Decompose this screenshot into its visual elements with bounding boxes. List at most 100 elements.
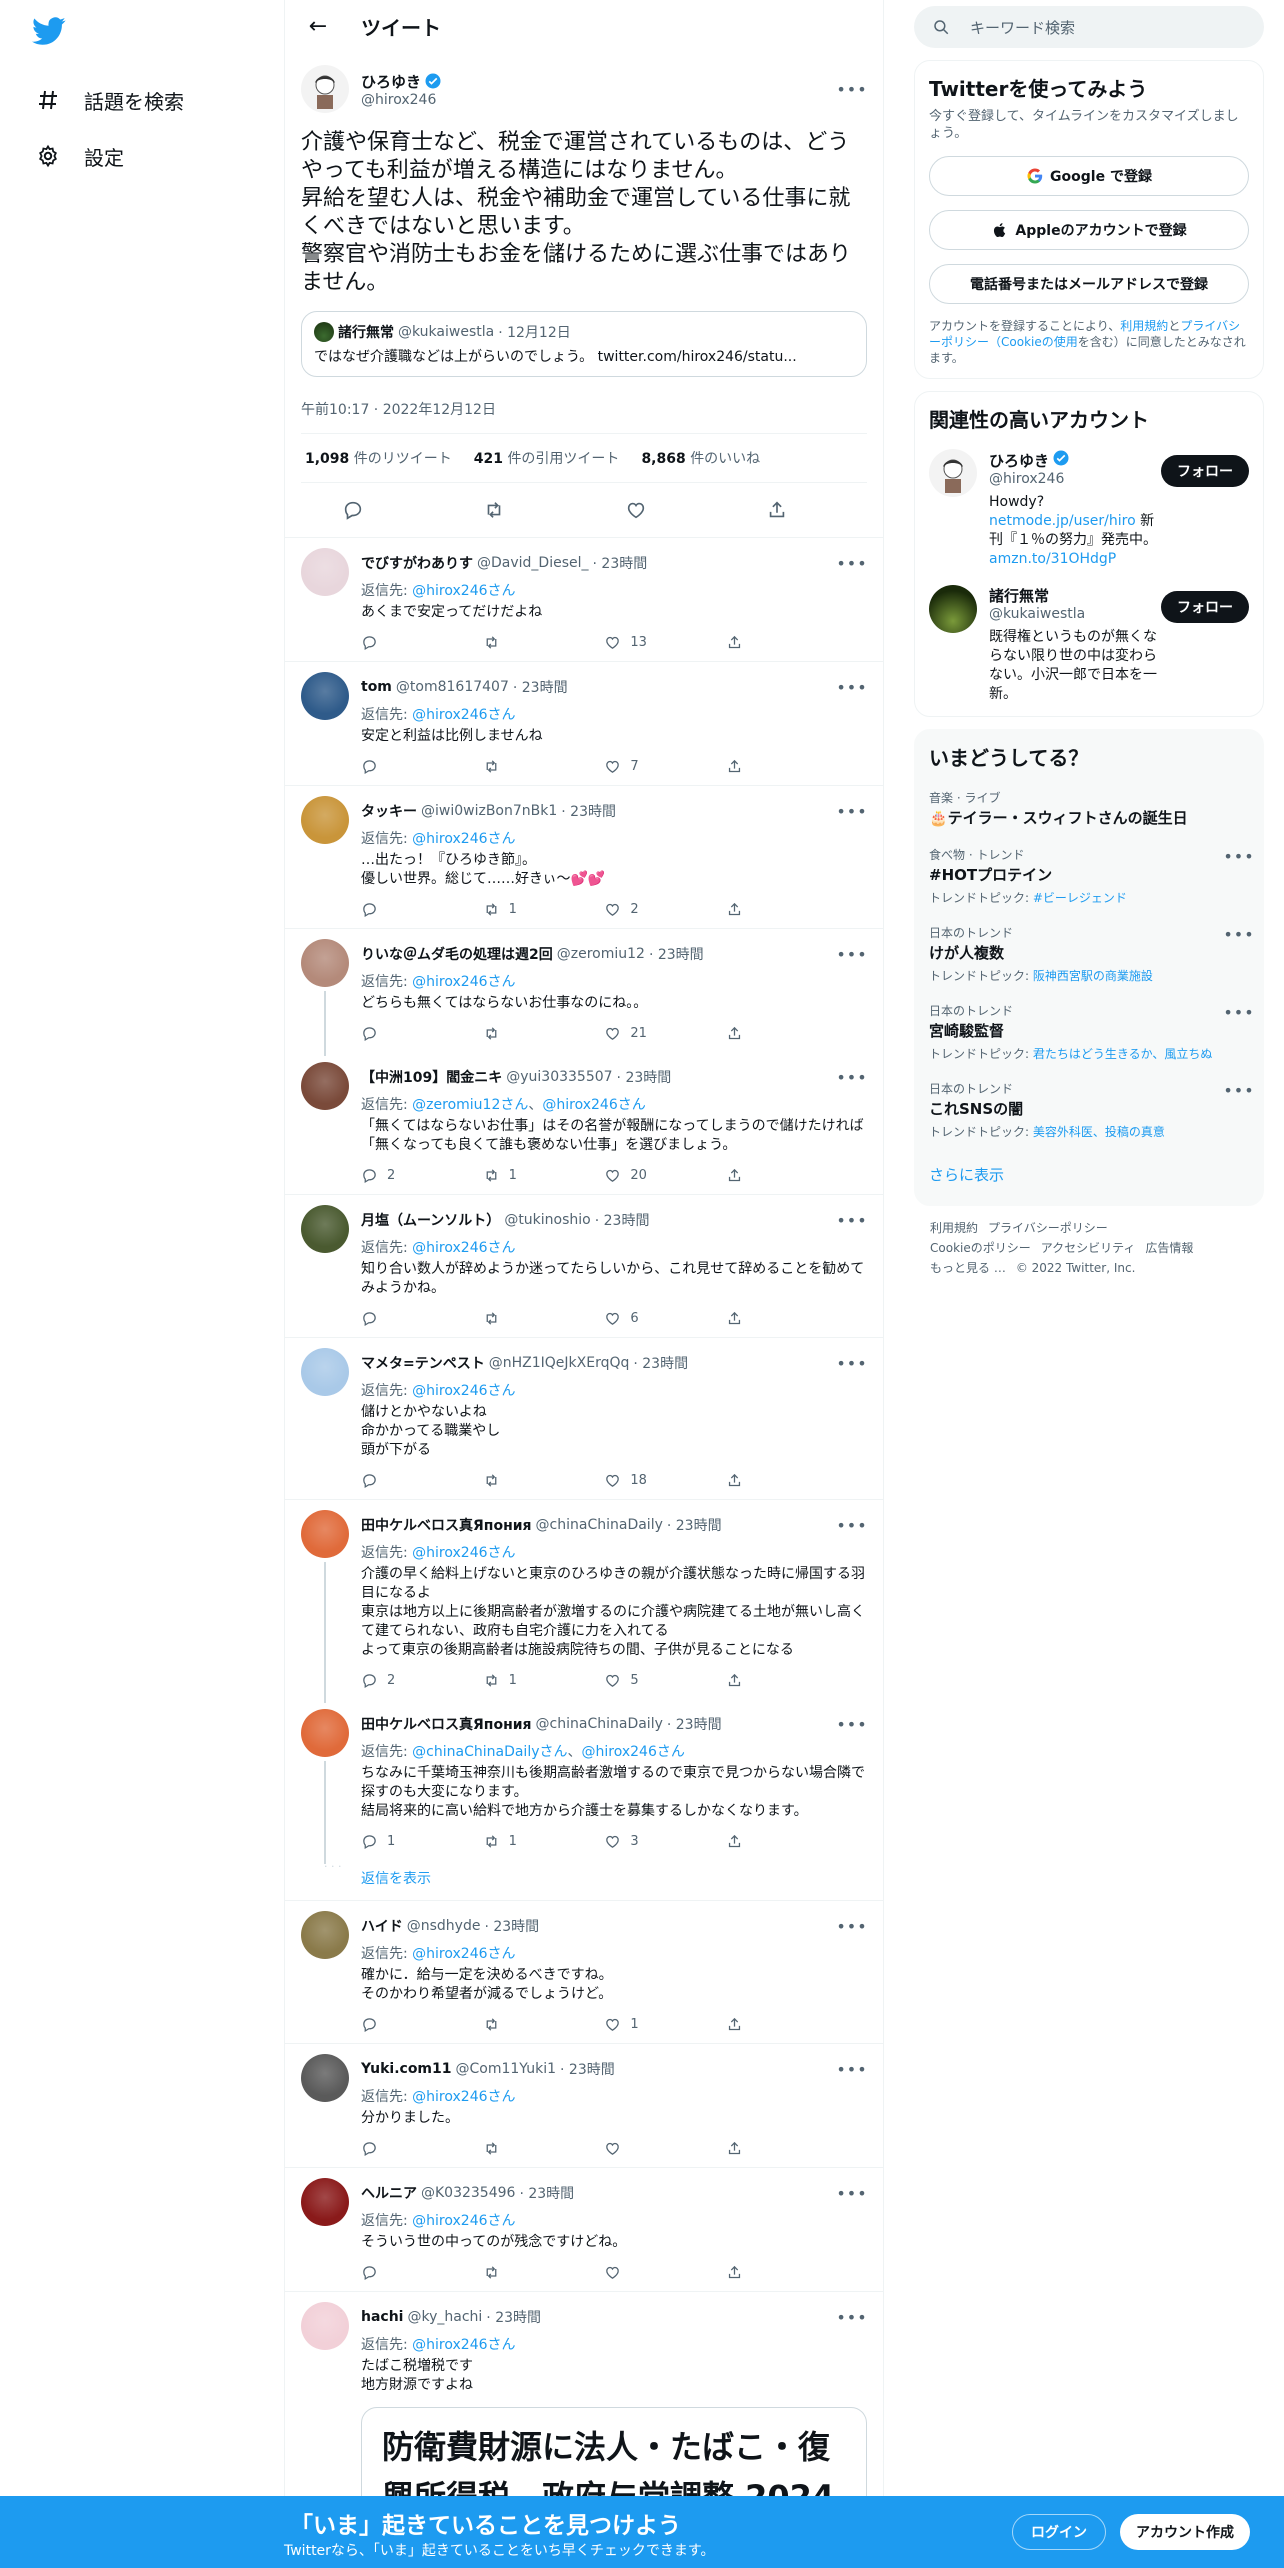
like-icon[interactable] xyxy=(604,2264,664,2281)
more-options-icon[interactable]: ••• xyxy=(836,2302,867,2332)
footer-link[interactable]: もっと見る … xyxy=(930,1261,1006,1275)
more-options-icon[interactable]: ••• xyxy=(836,1911,867,1941)
retweet-icon[interactable] xyxy=(483,1310,543,1327)
avatar[interactable] xyxy=(301,1911,349,1959)
reply-icon[interactable] xyxy=(342,499,402,521)
reply-icon[interactable] xyxy=(361,1472,421,1489)
signup-button[interactable]: アカウント作成 xyxy=(1120,2514,1250,2550)
author-name[interactable]: ひろゆき xyxy=(361,71,421,92)
reply-time[interactable]: · 23時間 xyxy=(595,1210,650,1230)
mention-link[interactable]: @hirox246さん xyxy=(412,2089,515,2105)
reply-tweet[interactable]: tom @tom81617407 · 23時間 ••• 返信先: @hirox246さん… xyxy=(285,662,883,786)
share-icon[interactable] xyxy=(726,2016,786,2033)
more-options-icon[interactable]: ••• xyxy=(1223,1002,1253,1022)
reply-author-name[interactable]: マメタ=テンペスト xyxy=(361,1353,485,1373)
mention-link[interactable]: @hirox246さん xyxy=(542,1097,645,1113)
share-icon[interactable] xyxy=(726,634,786,651)
reply-icon[interactable] xyxy=(361,901,421,918)
reply-time[interactable]: · 23時間 xyxy=(667,1714,722,1734)
footer-link[interactable]: 利用規約 xyxy=(930,1221,978,1235)
reply-author-name[interactable]: tom xyxy=(361,679,392,695)
retweet-count[interactable]: 1,098 件のリツイート xyxy=(305,448,452,468)
more-options-icon[interactable]: ••• xyxy=(836,1348,867,1378)
like-icon[interactable]: 20 xyxy=(604,1167,664,1184)
reply-author-handle[interactable]: @K03235496 xyxy=(421,2185,515,2201)
reply-author-name[interactable]: 田中ケルベロス真Япония xyxy=(361,1714,532,1734)
footer-link[interactable]: アクセシビリティ xyxy=(1041,1241,1136,1255)
more-options-icon[interactable]: ••• xyxy=(836,2178,867,2208)
avatar[interactable] xyxy=(301,1510,349,1558)
reply-tweet[interactable]: ヘルニア @K03235496 · 23時間 ••• 返信先: @hirox246さんそ… xyxy=(285,2168,883,2292)
like-icon[interactable]: 1 xyxy=(604,2016,664,2033)
avatar[interactable] xyxy=(301,796,349,844)
author-handle[interactable]: @hirox246 xyxy=(361,92,837,108)
avatar[interactable] xyxy=(301,672,349,720)
like-icon[interactable]: 13 xyxy=(604,634,664,651)
reply-time[interactable]: · 23時間 xyxy=(513,677,568,697)
reply-tweet[interactable]: Yuki.com11 @Com11Yuki1 · 23時間 ••• 返信先: @hiro… xyxy=(285,2044,883,2168)
relevant-account[interactable]: 諸行無常 @kukaiwestla 既得権というものが無くならない限り世の中は変わら… xyxy=(929,585,1249,704)
reply-author-handle[interactable]: @iwi0wizBon7nBk1 xyxy=(421,803,557,819)
reply-author-name[interactable]: タッキー xyxy=(361,801,417,821)
retweet-icon[interactable] xyxy=(483,1472,543,1489)
retweet-icon[interactable]: 1 xyxy=(483,1833,543,1850)
reply-time[interactable]: · 23時間 xyxy=(633,1353,688,1373)
mention-link[interactable]: @hirox246さん xyxy=(412,1240,515,1256)
reply-tweet[interactable]: りいな＠ムダ毛の処理は週2回 @zeromiu12 · 23時間 ••• 返信先: @h… xyxy=(285,929,883,1056)
trend-topic-link[interactable]: 阪神西宮駅の商業施設 xyxy=(1033,969,1153,983)
trend-item[interactable]: 日本のトレンド これSNSの闇 トレンドトピック: 美容外科医、投稿の真意 ••• xyxy=(929,1080,1254,1140)
avatar[interactable] xyxy=(301,1348,349,1396)
like-count[interactable]: 8,868 件のいいね xyxy=(641,448,760,468)
share-icon[interactable] xyxy=(726,1672,786,1689)
share-icon[interactable] xyxy=(726,2140,786,2157)
avatar[interactable] xyxy=(929,449,977,497)
like-icon[interactable]: 3 xyxy=(604,1833,664,1850)
more-options-icon[interactable]: ••• xyxy=(1223,846,1253,866)
reply-icon[interactable] xyxy=(361,1025,421,1042)
account-handle[interactable]: @kukaiwestla xyxy=(989,606,1161,622)
retweet-icon[interactable] xyxy=(483,2264,543,2281)
reply-author-handle[interactable]: @tukinoshio xyxy=(504,1212,590,1228)
reply-tweet[interactable]: 田中ケルベロス真Япония @chinaChinaDaily · 23時間 ••• 返… xyxy=(285,1699,883,1864)
account-name[interactable]: ひろゆき xyxy=(989,450,1049,471)
share-icon[interactable] xyxy=(726,1025,786,1042)
tweet-timestamp[interactable]: 午前10:17 · 2022年12月12日 xyxy=(301,399,867,419)
retweet-icon[interactable] xyxy=(483,1025,543,1042)
retweet-icon[interactable]: 1 xyxy=(483,1672,543,1689)
like-icon[interactable]: 7 xyxy=(604,758,664,775)
reply-tweet[interactable]: ハイド @nsdhyde · 23時間 ••• 返信先: @hirox246さん 確かに．… xyxy=(285,1901,883,2044)
mention-link[interactable]: @hirox246さん xyxy=(412,1946,515,1962)
avatar[interactable] xyxy=(301,2054,349,2102)
mention-link[interactable]: @zeromiu12さん xyxy=(412,1097,528,1113)
reply-author-handle[interactable]: @chinaChinaDaily xyxy=(536,1517,663,1533)
reply-icon[interactable] xyxy=(361,634,421,651)
login-button[interactable]: ログイン xyxy=(1012,2514,1106,2550)
reply-author-name[interactable]: りいな＠ムダ毛の処理は週2回 xyxy=(361,944,553,964)
reply-author-name[interactable]: 田中ケルベロス真Япония xyxy=(361,1515,532,1535)
mention-link[interactable]: @hirox246さん xyxy=(412,2337,515,2353)
avatar[interactable] xyxy=(301,1205,349,1253)
share-icon[interactable] xyxy=(726,1310,786,1327)
reply-author-handle[interactable]: @nsdhyde xyxy=(407,1918,481,1934)
reply-time[interactable]: · 23時間 xyxy=(486,2307,541,2327)
reply-time[interactable]: · 23時間 xyxy=(667,1515,722,1535)
relevant-account[interactable]: ひろゆき @hirox246 Howdy? netmode.jp/user/hiro… xyxy=(929,449,1249,569)
show-replies-link[interactable]: · · · 返信を表示 xyxy=(285,1860,883,1901)
trend-item[interactable]: 日本のトレンド 宮崎駿監督 トレンドトピック: 君たちはどう生きるか、風立ちぬ ••• xyxy=(929,1002,1254,1062)
reply-time[interactable]: · 23時間 xyxy=(593,553,648,573)
avatar[interactable] xyxy=(301,1062,349,1110)
reply-tweet[interactable]: でびすがわありす @David_Diesel_ · 23時間 ••• 返信先: @hir… xyxy=(285,538,883,662)
follow-button[interactable]: フォロー xyxy=(1161,591,1249,623)
trend-item[interactable]: 食べ物 · トレンド #HOTプロテイン トレンドトピック: #ビーレジェンド ••• xyxy=(929,846,1254,906)
reply-author-handle[interactable]: @nHZ1IQeJkXErqQq xyxy=(489,1355,630,1371)
like-icon[interactable]: 2 xyxy=(604,901,664,918)
footer-link[interactable]: プライバシーポリシー xyxy=(988,1221,1108,1235)
mention-link[interactable]: @chinaChinaDailyさん xyxy=(412,1744,567,1760)
mention-link[interactable]: @hirox246さん xyxy=(412,1383,515,1399)
more-options-icon[interactable]: ••• xyxy=(836,74,867,104)
share-icon[interactable] xyxy=(726,901,786,918)
more-options-icon[interactable]: ••• xyxy=(836,1205,867,1235)
more-options-icon[interactable]: ••• xyxy=(1223,1080,1253,1100)
reply-time[interactable]: · 23時間 xyxy=(560,2059,615,2079)
share-icon[interactable] xyxy=(726,1472,786,1489)
